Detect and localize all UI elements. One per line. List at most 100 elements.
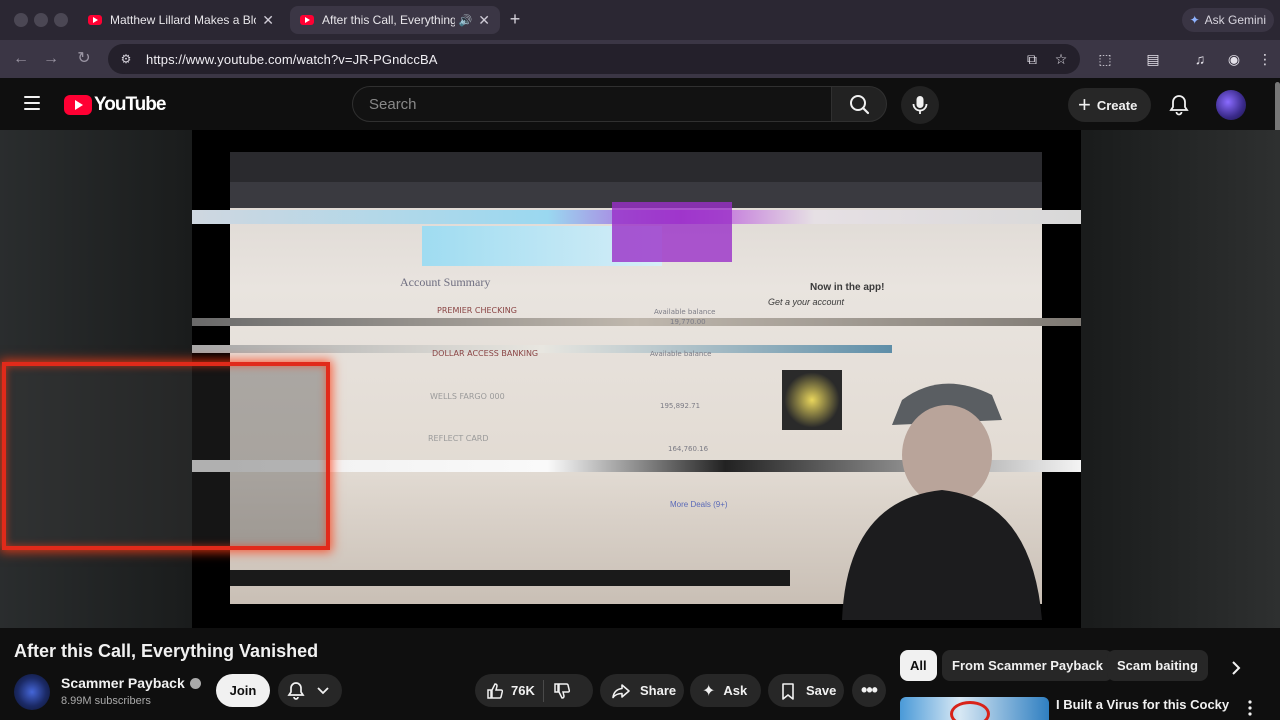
url-text: https://www.youtube.com/watch?v=JR-PGndc… xyxy=(146,51,438,67)
notifications-bell-icon[interactable] xyxy=(1166,92,1192,118)
tab-close-icon[interactable]: ✕ xyxy=(478,12,490,29)
thumbs-up-icon xyxy=(487,682,504,699)
video-glitch-strip xyxy=(612,202,732,262)
video-account-row: REFLECT CARD xyxy=(428,434,489,443)
video-person-silhouette xyxy=(842,383,1042,620)
search-icon xyxy=(850,95,870,115)
more-vertical-icon[interactable] xyxy=(1244,699,1256,717)
ask-sparkle-icon: ✦ xyxy=(702,682,716,700)
video-glitch-strip xyxy=(192,318,1081,326)
share-label: Share xyxy=(640,683,677,698)
ask-button[interactable]: ✦ Ask xyxy=(690,674,761,707)
youtube-logo[interactable]: YouTube xyxy=(64,94,166,116)
video-glitch-strip xyxy=(192,345,892,353)
browser-tab-bar: Matthew Lillard Makes a Bloo ✕ After thi… xyxy=(0,0,1280,40)
bookmark-icon xyxy=(782,682,794,700)
more-horizontal-icon: ••• xyxy=(861,680,878,700)
video-taskbar xyxy=(230,570,790,586)
ask-label: Ask xyxy=(723,683,748,698)
address-bar[interactable]: ⚙ https://www.youtube.com/watch?v=JR-PGn… xyxy=(108,44,1080,74)
search-button[interactable] xyxy=(831,86,887,122)
video-account-row: WELLS FARGO 000 xyxy=(430,392,505,401)
share-button[interactable]: Share xyxy=(600,674,684,707)
video-title: After this Call, Everything Vanished xyxy=(14,641,319,661)
forward-arrow-icon[interactable]: → xyxy=(40,48,62,70)
tab-title: After this Call, Everything xyxy=(322,13,455,27)
youtube-play-logo-icon xyxy=(64,95,92,115)
channel-avatar[interactable] xyxy=(14,674,50,710)
browser-tab-active[interactable]: After this Call, Everything 🔊 ✕ xyxy=(290,6,500,34)
create-button[interactable]: + Create xyxy=(1068,88,1152,122)
chevron-right-icon[interactable] xyxy=(1226,658,1246,678)
video-account-row: DOLLAR ACCESS BANKING xyxy=(432,349,539,358)
chip-scam-baiting[interactable]: Scam baiting xyxy=(1107,650,1208,681)
browser-toolbar: ← → ↻ ⚙ https://www.youtube.com/watch?v=… xyxy=(0,40,1280,78)
media-controls-icon[interactable]: ♫ xyxy=(1190,49,1210,69)
like-count: 76K xyxy=(511,683,535,698)
back-arrow-icon[interactable]: ← xyxy=(10,48,32,70)
red-highlight-box xyxy=(2,362,330,550)
save-button[interactable]: Save xyxy=(768,674,844,707)
chip-all[interactable]: All xyxy=(900,650,937,681)
video-promo-subtitle: Get a your account xyxy=(768,297,845,307)
ask-gemini-button[interactable]: ✦ Ask Gemini xyxy=(1181,8,1274,32)
channel-name[interactable]: Scammer Payback xyxy=(61,675,201,691)
video-account-summary-text: Account Summary xyxy=(400,275,491,289)
reload-icon[interactable]: ↻ xyxy=(73,48,95,70)
microphone-icon xyxy=(912,96,928,114)
browser-tab[interactable]: Matthew Lillard Makes a Bloo ✕ xyxy=(78,6,284,34)
voice-search-button[interactable] xyxy=(901,86,939,124)
youtube-favicon-icon xyxy=(88,15,102,25)
install-app-icon[interactable]: ⧉ xyxy=(1022,49,1042,69)
profile-icon[interactable]: ◉ xyxy=(1224,49,1244,69)
bookmark-star-icon[interactable]: ☆ xyxy=(1051,49,1071,69)
like-divider xyxy=(542,679,544,702)
search-input[interactable] xyxy=(369,95,831,113)
video-balance-value: 195,892.71 xyxy=(660,402,701,410)
youtube-logo-text: YouTube xyxy=(94,94,166,115)
extensions-icon[interactable]: ⬚ xyxy=(1095,49,1115,69)
reading-mode-icon[interactable]: ▤ xyxy=(1143,49,1163,69)
channel-name-text: Scammer Payback xyxy=(61,675,185,691)
browser-menu-icon[interactable]: ⋮ xyxy=(1255,49,1275,69)
close-window-button[interactable] xyxy=(14,13,28,27)
create-label: Create xyxy=(1096,97,1138,113)
video-available-balance-label: Available balance xyxy=(654,308,716,316)
video-more-deals-link: More Deals (9+) xyxy=(670,500,728,509)
video-balance-value: 19,770.00 xyxy=(670,318,706,326)
new-tab-button[interactable]: + xyxy=(506,8,524,30)
guide-menu-icon[interactable] xyxy=(24,96,40,110)
gemini-sparkle-icon: ✦ xyxy=(1189,13,1200,27)
audio-playing-icon[interactable]: 🔊 xyxy=(459,14,473,27)
maximize-window-button[interactable] xyxy=(54,13,68,27)
plus-icon: + xyxy=(1078,92,1091,117)
video-promo-title: Now in the app! xyxy=(810,282,885,293)
tab-title: Matthew Lillard Makes a Bloo xyxy=(110,13,257,27)
verified-badge-icon xyxy=(189,677,201,689)
more-actions-button[interactable]: ••• xyxy=(852,674,886,707)
chip-from-scammer-payback[interactable]: From Scammer Payback xyxy=(942,650,1114,681)
video-glitch-strip xyxy=(230,152,1042,182)
recommended-video-title[interactable]: I Built a Virus for this Cocky xyxy=(1056,697,1236,712)
youtube-header: YouTube + Create xyxy=(0,78,1280,130)
thumbnail-red-ring xyxy=(950,701,990,720)
video-balance-value: 164,760.16 xyxy=(668,445,709,453)
save-label: Save xyxy=(806,683,837,698)
like-dislike-group: 76K xyxy=(475,674,593,707)
recommended-video-thumbnail[interactable] xyxy=(900,697,1049,720)
tab-close-icon[interactable]: ✕ xyxy=(262,12,274,29)
site-settings-icon[interactable]: ⚙ xyxy=(118,51,134,67)
subscription-notifications-button[interactable] xyxy=(278,674,342,707)
account-avatar[interactable] xyxy=(1216,90,1246,120)
minimize-window-button[interactable] xyxy=(34,13,48,27)
join-button[interactable]: Join xyxy=(216,674,270,707)
search-box[interactable] xyxy=(352,86,832,122)
thumbs-down-icon[interactable] xyxy=(552,681,572,701)
subscriber-count: 8.99M subscribers xyxy=(61,695,151,707)
youtube-favicon-icon xyxy=(300,15,314,25)
bell-chevron-icon xyxy=(287,682,329,700)
like-button[interactable]: 76K xyxy=(475,681,535,701)
video-available-balance-label: Available balance xyxy=(650,350,712,358)
ask-gemini-label: Ask Gemini xyxy=(1204,13,1266,27)
share-arrow-icon xyxy=(612,683,630,698)
